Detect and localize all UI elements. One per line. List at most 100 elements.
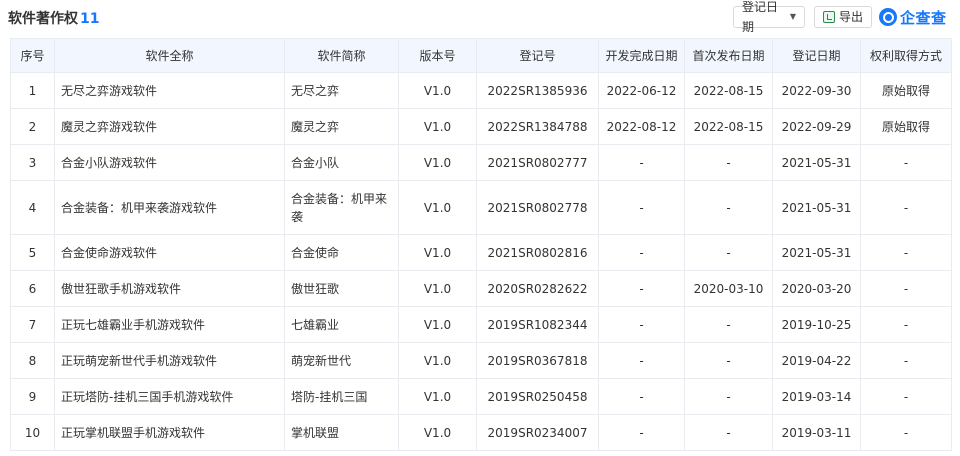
table-row: 2 魔灵之弈游戏软件 魔灵之弈 V1.0 2022SR1384788 2022-… [10,108,952,145]
software-copyright-table: 序号 软件全称 软件简称 版本号 登记号 开发完成日期 首次发布日期 登记日期 … [10,38,952,451]
cell-short-name: 傲世狂歌 [284,270,399,307]
section-title-text: 软件著作权 [8,11,78,27]
column-header-version: 版本号 [398,38,477,73]
cell-method: - [860,234,952,271]
cell-dev-date: - [598,270,685,307]
cell-dev-date: - [598,144,685,181]
cell-reg-date: 2019-10-25 [772,306,861,343]
cell-version: V1.0 [398,180,477,235]
cell-dev-date: - [598,306,685,343]
table-header-row: 序号 软件全称 软件简称 版本号 登记号 开发完成日期 首次发布日期 登记日期 … [10,38,952,73]
cell-dev-date: 2022-06-12 [598,72,685,109]
cell-version: V1.0 [398,144,477,181]
cell-short-name: 掌机联盟 [284,414,399,451]
cell-reg-no: 2021SR0802816 [476,234,599,271]
cell-reg-no: 2019SR0234007 [476,414,599,451]
cell-pub-date: - [684,234,773,271]
cell-reg-date: 2019-04-22 [772,342,861,379]
cell-pub-date: - [684,180,773,235]
cell-no: 9 [10,378,55,415]
section-title: 软件著作权 11 [8,8,99,28]
column-header-method: 权利取得方式 [860,38,952,73]
panel-header: 软件著作权 11 登记日期 ▼ 导出 企查查 [0,0,960,34]
record-count: 11 [80,11,100,27]
caret-down-icon: ▼ [789,12,796,21]
cell-short-name: 七雄霸业 [284,306,399,343]
cell-no: 1 [10,72,55,109]
column-header-reg-no: 登记号 [476,38,599,73]
cell-no: 8 [10,342,55,379]
cell-no: 6 [10,270,55,307]
date-filter-dropdown[interactable]: 登记日期 ▼ [733,0,805,34]
cell-short-name: 无尽之弈 [284,72,399,109]
cell-method: 原始取得 [860,108,952,145]
cell-version: V1.0 [398,378,477,415]
cell-method: 原始取得 [860,72,952,109]
cell-pub-date: 2020-03-10 [684,270,773,307]
cell-pub-date: - [684,144,773,181]
cell-reg-no: 2022SR1384788 [476,108,599,145]
cell-no: 5 [10,234,55,271]
cell-full-name: 魔灵之弈游戏软件 [54,108,285,145]
cell-version: V1.0 [398,270,477,307]
brand-name: 企查查 [900,8,947,27]
cell-short-name: 合金小队 [284,144,399,181]
table-row: 9 正玩塔防-挂机三国手机游戏软件 塔防-挂机三国 V1.0 2019SR025… [10,378,952,415]
export-label: 导出 [839,10,864,24]
cell-dev-date: - [598,180,685,235]
cell-reg-no: 2021SR0802777 [476,144,599,181]
cell-full-name: 合金使命游戏软件 [54,234,285,271]
cell-method: - [860,270,952,307]
export-button[interactable]: 导出 [814,6,872,28]
cell-method: - [860,414,952,451]
table-row: 1 无尽之弈游戏软件 无尽之弈 V1.0 2022SR1385936 2022-… [10,72,952,109]
table-row: 4 合金装备：机甲来袭游戏软件 合金装备：机甲来袭 V1.0 2021SR080… [10,180,952,235]
cell-pub-date: - [684,414,773,451]
cell-reg-date: 2020-03-20 [772,270,861,307]
cell-short-name: 合金装备：机甲来袭 [284,180,399,235]
cell-pub-date: - [684,378,773,415]
column-header-short-name: 软件简称 [284,38,399,73]
table-row: 3 合金小队游戏软件 合金小队 V1.0 2021SR0802777 - - 2… [10,144,952,181]
cell-reg-date: 2019-03-14 [772,378,861,415]
cell-no: 7 [10,306,55,343]
cell-full-name: 正玩掌机联盟手机游戏软件 [54,414,285,451]
column-header-dev-date: 开发完成日期 [598,38,685,73]
date-filter-label: 登记日期 [742,0,779,34]
excel-export-icon [823,11,835,23]
cell-pub-date: - [684,306,773,343]
column-header-reg-date: 登记日期 [772,38,861,73]
brand-logo: 企查查 [879,6,947,28]
table-row: 6 傲世狂歌手机游戏软件 傲世狂歌 V1.0 2020SR0282622 - 2… [10,270,952,307]
cell-short-name: 合金使命 [284,234,399,271]
cell-reg-no: 2019SR0250458 [476,378,599,415]
cell-pub-date: - [684,342,773,379]
table-row: 5 合金使命游戏软件 合金使命 V1.0 2021SR0802816 - - 2… [10,234,952,271]
cell-full-name: 合金小队游戏软件 [54,144,285,181]
cell-version: V1.0 [398,306,477,343]
cell-version: V1.0 [398,414,477,451]
cell-dev-date: - [598,234,685,271]
qcc-logo-icon [879,8,897,26]
cell-reg-date: 2021-05-31 [772,144,861,181]
table-row: 8 正玩萌宠新世代手机游戏软件 萌宠新世代 V1.0 2019SR0367818… [10,342,952,379]
cell-method: - [860,378,952,415]
cell-method: - [860,306,952,343]
cell-no: 2 [10,108,55,145]
cell-reg-no: 2022SR1385936 [476,72,599,109]
table-row: 7 正玩七雄霸业手机游戏软件 七雄霸业 V1.0 2019SR1082344 -… [10,306,952,343]
cell-reg-date: 2022-09-29 [772,108,861,145]
cell-reg-no: 2020SR0282622 [476,270,599,307]
cell-version: V1.0 [398,108,477,145]
cell-pub-date: 2022-08-15 [684,72,773,109]
cell-no: 4 [10,180,55,235]
column-header-no: 序号 [10,38,55,73]
cell-reg-date: 2022-09-30 [772,72,861,109]
cell-full-name: 正玩七雄霸业手机游戏软件 [54,306,285,343]
column-header-full-name: 软件全称 [54,38,285,73]
cell-full-name: 无尽之弈游戏软件 [54,72,285,109]
cell-short-name: 塔防-挂机三国 [284,378,399,415]
cell-method: - [860,342,952,379]
cell-method: - [860,144,952,181]
cell-version: V1.0 [398,72,477,109]
